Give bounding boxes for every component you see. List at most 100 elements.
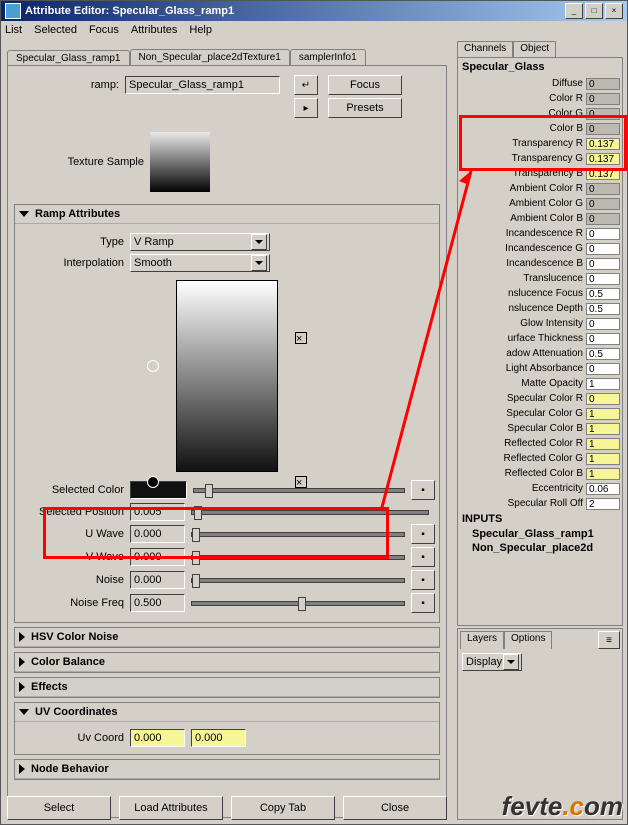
channel-row[interactable]: Reflected Color G1: [458, 451, 622, 466]
channel-value[interactable]: 0: [586, 228, 620, 240]
tab-samplerinfo[interactable]: samplerInfo1: [290, 49, 366, 65]
channel-row[interactable]: nslucence Focus0.5: [458, 286, 622, 301]
channel-row[interactable]: Specular Color G1: [458, 406, 622, 421]
display-dropdown[interactable]: Display: [462, 653, 522, 671]
channel-row[interactable]: adow Attenuation0.5: [458, 346, 622, 361]
channels-tab[interactable]: Channels: [457, 41, 513, 57]
channel-row[interactable]: Incandescence G0: [458, 241, 622, 256]
ramp-handle-delete[interactable]: ×: [295, 332, 307, 344]
selected-color-slider[interactable]: [193, 488, 405, 493]
tab-ramp[interactable]: Specular_Glass_ramp1: [7, 50, 130, 66]
channel-value[interactable]: 0: [586, 363, 620, 375]
channel-row[interactable]: Matte Opacity1: [458, 376, 622, 391]
load-attributes-button[interactable]: Load Attributes: [119, 796, 223, 820]
channel-value[interactable]: 0.5: [586, 303, 620, 315]
channel-value[interactable]: 0: [586, 93, 620, 105]
close-button[interactable]: ×: [605, 3, 623, 19]
channel-value[interactable]: 0.06: [586, 483, 620, 495]
channel-value[interactable]: 0: [586, 213, 620, 225]
connection-button[interactable]: ▪: [411, 547, 435, 567]
channel-value[interactable]: 1: [586, 378, 620, 390]
noise-input[interactable]: [130, 571, 185, 589]
effects-header[interactable]: Effects: [15, 678, 439, 697]
noisefreq-input[interactable]: [130, 594, 185, 612]
channel-row[interactable]: Color G0: [458, 106, 622, 121]
channel-value[interactable]: 1: [586, 468, 620, 480]
presets-button[interactable]: Presets: [328, 98, 402, 118]
vwave-input[interactable]: [130, 548, 185, 566]
channel-value[interactable]: 0: [586, 243, 620, 255]
ramp-handle-circle[interactable]: [147, 360, 159, 372]
channel-value[interactable]: 0.5: [586, 348, 620, 360]
node-behavior-header[interactable]: Node Behavior: [15, 760, 439, 779]
channel-row[interactable]: Diffuse0: [458, 76, 622, 91]
uwave-slider[interactable]: [191, 532, 405, 537]
input-node[interactable]: Specular_Glass_ramp1: [458, 527, 622, 541]
menu-focus[interactable]: Focus: [89, 24, 119, 36]
menu-help[interactable]: Help: [189, 24, 212, 36]
interpolation-dropdown[interactable]: Smooth: [130, 254, 270, 272]
channel-row[interactable]: Transparency G0.137: [458, 151, 622, 166]
channel-value[interactable]: 1: [586, 423, 620, 435]
uv-coordinates-header[interactable]: UV Coordinates: [15, 703, 439, 722]
channel-row[interactable]: Color B0: [458, 121, 622, 136]
select-button[interactable]: Select: [7, 796, 111, 820]
connection-button[interactable]: ▪: [411, 593, 435, 613]
ramp-attributes-header[interactable]: Ramp Attributes: [15, 205, 439, 224]
channel-value[interactable]: 0: [586, 333, 620, 345]
type-dropdown[interactable]: V Ramp: [130, 233, 270, 251]
menu-selected[interactable]: Selected: [34, 24, 77, 36]
input-node[interactable]: Non_Specular_place2d: [458, 541, 622, 555]
uwave-input[interactable]: [130, 525, 185, 543]
focus-button[interactable]: Focus: [328, 75, 402, 95]
selected-position-input[interactable]: [130, 503, 185, 521]
channel-value[interactable]: 0: [586, 198, 620, 210]
channel-value[interactable]: 1: [586, 408, 620, 420]
channel-row[interactable]: Specular Color R0: [458, 391, 622, 406]
connection-button[interactable]: ▪: [411, 480, 435, 500]
minimize-button[interactable]: _: [565, 3, 583, 19]
channel-value[interactable]: 0.137: [586, 168, 620, 180]
noisefreq-slider[interactable]: [191, 601, 405, 606]
uvcoord-u-input[interactable]: [130, 729, 185, 747]
channel-row[interactable]: Specular Color B1: [458, 421, 622, 436]
hsv-section-header[interactable]: HSV Color Noise: [15, 628, 439, 647]
channel-value[interactable]: 0: [586, 273, 620, 285]
tab-place2d[interactable]: Non_Specular_place2dTexture1: [130, 49, 290, 65]
channel-value[interactable]: 0: [586, 393, 620, 405]
channel-value[interactable]: 1: [586, 438, 620, 450]
channel-value[interactable]: 0.137: [586, 153, 620, 165]
channel-value[interactable]: 0.5: [586, 288, 620, 300]
channel-value[interactable]: 0: [586, 258, 620, 270]
channel-row[interactable]: Reflected Color B1: [458, 466, 622, 481]
channel-row[interactable]: Glow Intensity0: [458, 316, 622, 331]
go-to-input-button[interactable]: ↵: [294, 75, 318, 95]
go-to-output-button[interactable]: ▸: [294, 98, 318, 118]
new-layer-button[interactable]: ≡: [598, 631, 620, 649]
channel-value[interactable]: 0: [586, 183, 620, 195]
channel-row[interactable]: Ambient Color R0: [458, 181, 622, 196]
channel-row[interactable]: Reflected Color R1: [458, 436, 622, 451]
connection-button[interactable]: ▪: [411, 524, 435, 544]
selected-position-slider[interactable]: [191, 510, 429, 515]
ramp-gradient[interactable]: [176, 280, 278, 472]
vwave-slider[interactable]: [191, 555, 405, 560]
channel-value[interactable]: 0: [586, 123, 620, 135]
channel-value[interactable]: 1: [586, 453, 620, 465]
channel-row[interactable]: Ambient Color B0: [458, 211, 622, 226]
noise-slider[interactable]: [191, 578, 405, 583]
ramp-handle-circle[interactable]: [147, 476, 159, 488]
menu-attributes[interactable]: Attributes: [131, 24, 177, 36]
channel-row[interactable]: Color R0: [458, 91, 622, 106]
channel-row[interactable]: nslucence Depth0.5: [458, 301, 622, 316]
channel-value[interactable]: 0.137: [586, 138, 620, 150]
channel-row[interactable]: Eccentricity0.06: [458, 481, 622, 496]
channel-row[interactable]: Incandescence B0: [458, 256, 622, 271]
ramp-name-input[interactable]: [125, 76, 280, 94]
channel-row[interactable]: Specular Roll Off2: [458, 496, 622, 511]
channel-value[interactable]: 2: [586, 498, 620, 510]
channel-value[interactable]: 0: [586, 318, 620, 330]
channel-row[interactable]: Incandescence R0: [458, 226, 622, 241]
channel-row[interactable]: Translucence0: [458, 271, 622, 286]
maximize-button[interactable]: □: [585, 3, 603, 19]
